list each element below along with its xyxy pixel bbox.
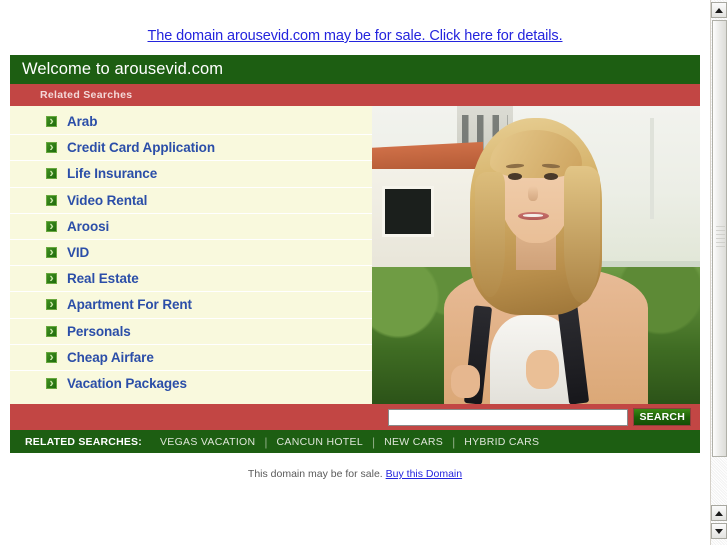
related-searches-header: Related Searches <box>10 84 700 106</box>
photo-hand-right <box>526 350 559 390</box>
list-item-label: VID <box>67 245 90 261</box>
chevron-right-icon <box>46 163 57 183</box>
footer-related-searches: RELATED SEARCHES: VEGAS VACATION | CANCU… <box>10 430 700 453</box>
list-item[interactable]: Cheap Airfare <box>10 345 372 371</box>
chevron-right-icon <box>46 347 57 367</box>
chevron-right-icon <box>46 268 57 288</box>
footer-link-vegas-vacation[interactable]: VEGAS VACATION <box>151 436 264 448</box>
list-item-label: Vacation Packages <box>67 376 187 392</box>
related-links-list: Arab Credit Card Application Life Insura… <box>10 106 372 404</box>
content-container: Welcome to arousevid.com Related Searche… <box>10 55 700 453</box>
photo-eye-left <box>508 173 523 180</box>
domain-for-sale-link[interactable]: The domain arousevid.com may be for sale… <box>148 28 563 44</box>
scrollbar-up-button-bottom[interactable] <box>711 505 727 521</box>
photo-eye-right <box>544 173 559 180</box>
photo-window <box>381 186 435 238</box>
page-viewport: The domain arousevid.com may be for sale… <box>0 0 710 545</box>
list-item-label: Cheap Airfare <box>67 349 154 365</box>
top-sale-notice: The domain arousevid.com may be for sale… <box>0 0 710 55</box>
chevron-right-icon <box>46 294 57 314</box>
chevron-right-icon <box>46 137 57 157</box>
chevron-right-icon <box>46 373 57 393</box>
list-item-label: Credit Card Application <box>67 140 215 156</box>
photo-hair-strand-left <box>475 171 505 297</box>
list-item[interactable]: Life Insurance <box>10 161 372 188</box>
chevron-right-icon <box>46 216 57 236</box>
bottom-sale-note: This domain may be for sale. Buy this Do… <box>0 453 710 480</box>
footer-label: RELATED SEARCHES: <box>25 435 142 448</box>
list-item[interactable]: Video Rental <box>10 188 372 214</box>
triangle-up-icon <box>715 510 723 516</box>
list-item-label: Aroosi <box>67 218 110 234</box>
chevron-right-icon <box>46 321 57 341</box>
list-item-label: Video Rental <box>67 192 148 208</box>
search-button[interactable]: SEARCH <box>633 408 691 426</box>
photo-hair-strand-right <box>563 165 600 303</box>
list-item-label: Life Insurance <box>67 166 158 182</box>
list-item-label: Real Estate <box>67 271 139 287</box>
list-item[interactable]: Apartment For Rent <box>10 292 372 319</box>
buy-this-domain-link[interactable]: Buy this Domain <box>386 468 462 480</box>
search-bar: SEARCH <box>10 404 700 430</box>
triangle-up-icon <box>715 7 723 13</box>
bottom-note-text: This domain may be for sale. <box>247 468 386 480</box>
scrollbar-grip-icon <box>716 226 725 248</box>
scrollbar-thumb[interactable] <box>712 20 727 457</box>
scrollbar-down-button[interactable] <box>711 523 727 539</box>
photo-canvas <box>372 106 700 404</box>
list-item[interactable]: Arab <box>10 109 372 136</box>
photo-nose <box>528 186 538 202</box>
list-item-label: Personals <box>67 323 131 339</box>
chevron-right-icon <box>46 111 57 131</box>
list-item[interactable]: Vacation Packages <box>10 371 372 397</box>
list-item[interactable]: Real Estate <box>10 266 372 293</box>
welcome-header: Welcome to arousevid.com <box>10 55 700 84</box>
main-content-row: Arab Credit Card Application Life Insura… <box>10 106 700 404</box>
search-input[interactable] <box>388 408 629 426</box>
list-item[interactable]: Personals <box>10 319 372 345</box>
list-item[interactable]: VID <box>10 240 372 267</box>
list-item-label: Apartment For Rent <box>67 297 192 313</box>
chevron-right-icon <box>46 190 57 210</box>
list-item-label: Arab <box>67 114 98 130</box>
browser-page: The domain arousevid.com may be for sale… <box>0 0 727 545</box>
footer-link-hybrid-cars[interactable]: HYBRID CARS <box>455 436 548 448</box>
list-item[interactable]: Aroosi <box>10 214 372 240</box>
vertical-scrollbar[interactable] <box>710 0 727 545</box>
list-item[interactable]: Credit Card Application <box>10 135 372 162</box>
scrollbar-up-button[interactable] <box>711 2 727 18</box>
photo-hand-left <box>450 365 481 399</box>
chevron-right-icon <box>46 242 57 262</box>
triangle-down-icon <box>715 528 723 534</box>
hero-photo <box>372 106 700 404</box>
photo-teeth <box>522 213 543 218</box>
footer-link-cancun-hotel[interactable]: CANCUN HOTEL <box>268 436 372 448</box>
footer-link-new-cars[interactable]: NEW CARS <box>375 436 452 448</box>
